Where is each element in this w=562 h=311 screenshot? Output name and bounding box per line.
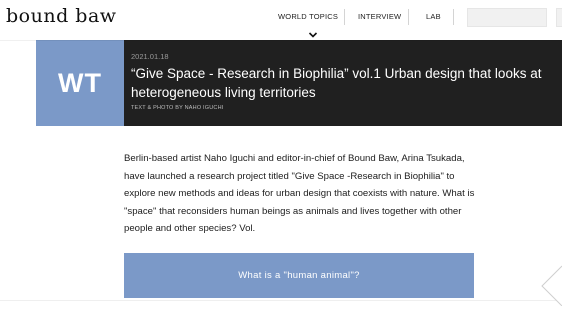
section-heading: What is a "human animal"? [124,253,474,298]
nav-divider [408,9,409,25]
article-title: “Give Space - Research in Biophilia” vol… [131,66,542,100]
category-badge: WT [36,40,124,126]
nav-item-world-topics[interactable]: WORLD TOPICS [278,12,338,21]
nav-divider [453,9,454,25]
article-date: 2021.01.18 [131,52,169,61]
article-hero: WT 2021.01.18 “Give Space - Research in … [36,40,562,126]
divider [0,300,562,301]
search-input[interactable] [467,8,547,27]
nav-divider [344,9,345,25]
nav-item-lab[interactable]: LAB [426,12,441,21]
site-header: bound baw WORLD TOPICS INTERVIEW LAB [0,0,562,40]
site-logo[interactable]: bound baw [6,5,117,27]
chevron-down-icon [308,26,318,38]
article-credit: TEXT & PHOTO BY NAHO IGUCHI [131,105,224,111]
header-menu-button[interactable] [556,8,562,27]
article-lede: Berlin-based artist Naho Iguchi and edit… [124,153,475,235]
page-flip-icon[interactable] [538,260,562,307]
nav-item-interview[interactable]: INTERVIEW [358,12,401,21]
